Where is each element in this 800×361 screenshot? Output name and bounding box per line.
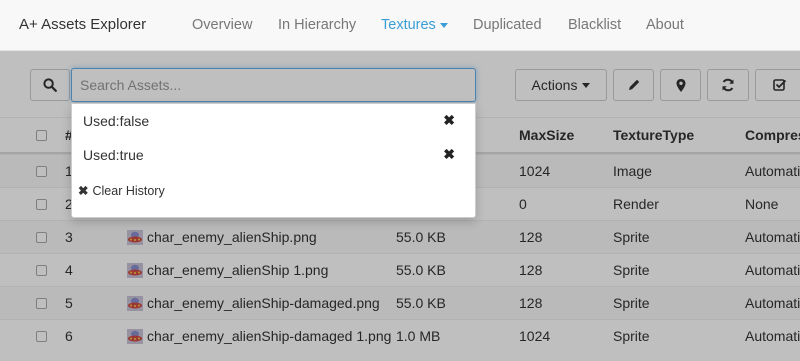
caret-down-icon bbox=[439, 22, 448, 28]
nav-duplicated[interactable]: Duplicated bbox=[473, 17, 542, 33]
remove-history-item-icon[interactable]: ✖ bbox=[443, 146, 455, 163]
search-history-dropdown: Used:false ✖ Used:true ✖ ✖ Clear History bbox=[71, 103, 476, 218]
close-icon: ✖ bbox=[78, 184, 89, 198]
nav-overview[interactable]: Overview bbox=[192, 17, 252, 33]
nav-textures[interactable]: Textures bbox=[381, 17, 448, 33]
app-brand[interactable]: A+ Assets Explorer bbox=[19, 16, 146, 33]
remove-history-item-icon[interactable]: ✖ bbox=[443, 112, 455, 129]
history-item-label: Used:true bbox=[83, 147, 144, 163]
nav-in-hierarchy[interactable]: In Hierarchy bbox=[278, 17, 356, 33]
nav-blacklist[interactable]: Blacklist bbox=[568, 17, 621, 33]
nav-textures-label: Textures bbox=[381, 17, 436, 33]
history-item-used-false[interactable]: Used:false ✖ bbox=[72, 106, 475, 136]
clear-history-button[interactable]: ✖ Clear History bbox=[78, 183, 165, 198]
nav-about[interactable]: About bbox=[646, 17, 684, 33]
history-item-used-true[interactable]: Used:true ✖ bbox=[72, 140, 475, 170]
top-navbar: A+ Assets Explorer Overview In Hierarchy… bbox=[0, 0, 800, 51]
clear-history-label: Clear History bbox=[92, 184, 165, 198]
history-item-label: Used:false bbox=[83, 113, 150, 129]
